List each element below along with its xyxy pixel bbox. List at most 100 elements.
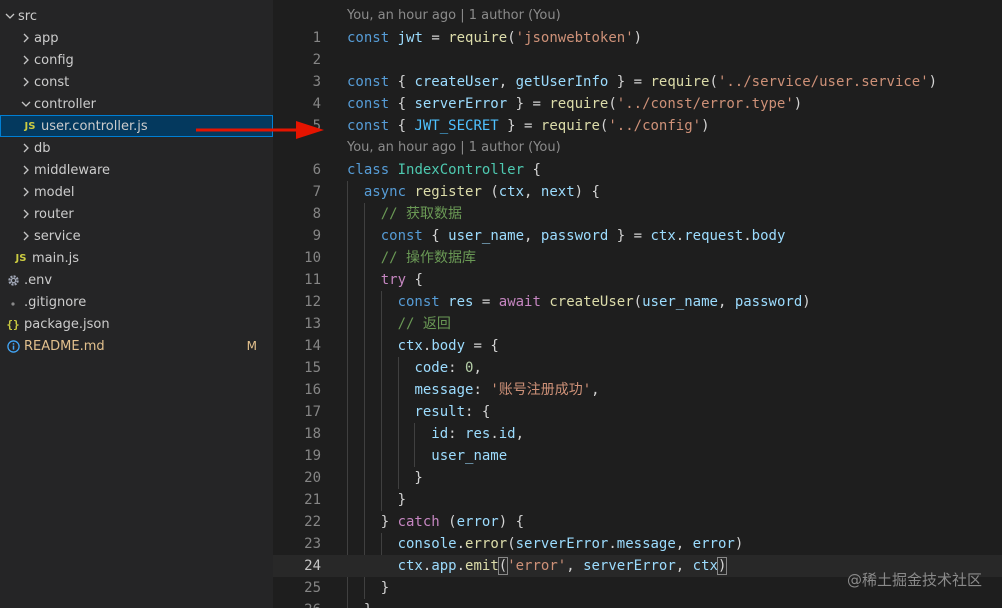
line-number: 8 <box>312 206 321 222</box>
code-line[interactable]: 20 } <box>273 467 1002 489</box>
tree-item-controller[interactable]: controller <box>0 93 273 115</box>
tree-item-router[interactable]: router <box>0 203 273 225</box>
code-token: body <box>751 228 786 244</box>
code-token: IndexController <box>397 162 525 178</box>
tree-item-README-md[interactable]: README.md M <box>0 335 273 357</box>
code-token: getUserInfo <box>515 74 609 90</box>
git-blame-codelens[interactable]: You, an hour ago | 1 author (You) <box>347 137 561 159</box>
tree-item-package-json[interactable]: {} package.json <box>0 313 273 335</box>
code-text: class IndexController { <box>347 159 541 181</box>
chevron-right-icon <box>18 187 34 197</box>
code-token: ( <box>497 557 509 575</box>
code-token: const <box>397 294 440 310</box>
code-line[interactable]: 8 // 获取数据 <box>273 203 1002 225</box>
code-line[interactable]: 18 id: res.id, <box>273 423 1002 445</box>
code-token: user_name <box>448 228 525 244</box>
code-line[interactable]: 7 async register (ctx, next) { <box>273 181 1002 203</box>
line-number: 24 <box>304 558 321 574</box>
code-token: { <box>524 162 541 178</box>
code-line[interactable]: 22 } catch (error) { <box>273 511 1002 533</box>
code-token: } <box>347 470 423 486</box>
code-token: = <box>473 294 499 310</box>
code-token: await <box>498 294 541 310</box>
git-file-icon <box>4 296 22 308</box>
code-line[interactable]: 23 console.error(serverError.message, er… <box>273 533 1002 555</box>
code-line[interactable]: 21 } <box>273 489 1002 511</box>
code-token: ctx <box>650 228 676 244</box>
code-text: const res = await createUser(user_name, … <box>347 291 811 313</box>
code-token: } = <box>608 74 651 90</box>
code-line[interactable]: 19 user_name <box>273 445 1002 467</box>
tree-item-service[interactable]: service <box>0 225 273 247</box>
code-line[interactable]: 1 const jwt = require('jsonwebtoken') <box>273 27 1002 49</box>
code-token: createUser <box>414 74 499 90</box>
line-number: 3 <box>312 74 321 90</box>
code-line[interactable]: 16 message: '账号注册成功', <box>273 379 1002 401</box>
code-line[interactable]: 10 // 操作数据库 <box>273 247 1002 269</box>
code-text: console.error(serverError.message, error… <box>347 533 744 555</box>
code-line[interactable]: 15 code: 0, <box>273 357 1002 379</box>
code-text: } <box>347 599 372 608</box>
code-token: const <box>347 118 390 134</box>
code-token: request <box>684 228 744 244</box>
code-token: const <box>347 30 390 46</box>
code-token: ctx <box>692 558 718 574</box>
code-line[interactable]: 26 } <box>273 599 1002 608</box>
code-token: ) <box>716 557 728 575</box>
line-number: 13 <box>304 316 321 332</box>
tree-item-model[interactable]: model <box>0 181 273 203</box>
tree-item-config[interactable]: config <box>0 49 273 71</box>
tree-item-gitignore[interactable]: .gitignore <box>0 291 273 313</box>
json-file-icon: {} <box>6 317 20 331</box>
code-text: const jwt = require('jsonwebtoken') <box>347 27 642 49</box>
tree-item-app[interactable]: app <box>0 27 273 49</box>
code-line[interactable]: 6 class IndexController { <box>273 159 1002 181</box>
code-line[interactable]: 17 result: { <box>273 401 1002 423</box>
line-number: 15 <box>304 360 321 376</box>
code-line[interactable]: 4 const { serverError } = require('../con… <box>273 93 1002 115</box>
tree-item-main-js[interactable]: JS main.js <box>0 247 273 269</box>
code-token: . <box>608 536 617 552</box>
code-line[interactable]: 11 try { <box>273 269 1002 291</box>
code-line[interactable]: 12 const res = await createUser(user_nam… <box>273 291 1002 313</box>
code-line[interactable]: 14 ctx.body = { <box>273 335 1002 357</box>
tree-item-label: const <box>34 74 70 90</box>
tree-item-const[interactable]: const <box>0 71 273 93</box>
chevron-right-icon <box>18 33 34 43</box>
code-token: : <box>448 426 466 442</box>
tree-item-label: src <box>18 8 37 24</box>
tree-item-middleware[interactable]: middleware <box>0 159 273 181</box>
line-number: 26 <box>273 599 321 608</box>
code-token: // 获取数据 <box>380 206 463 222</box>
code-token: user_name <box>431 448 508 464</box>
code-token: } <box>347 492 407 508</box>
code-line[interactable]: 9 const { user_name, password } = ctx.re… <box>273 225 1002 247</box>
line-number: 6 <box>312 162 321 178</box>
code-line[interactable]: 13 // 返回 <box>273 313 1002 335</box>
code-token: serverError <box>515 536 609 552</box>
code-line[interactable]: 5 const { JWT_SECRET } = require('../conf… <box>273 115 1002 137</box>
code-token: ctx <box>397 558 423 574</box>
code-token: } <box>347 514 398 530</box>
code-token: password <box>540 228 609 244</box>
code-token: ctx <box>498 184 525 200</box>
code-token: , <box>566 558 584 574</box>
tree-item-src[interactable]: src <box>0 5 273 27</box>
code-editor[interactable]: You, an hour ago | 1 author (You) You, an… <box>273 0 1002 608</box>
git-blame-codelens[interactable]: You, an hour ago | 1 author (You) <box>347 5 561 27</box>
tree-item-env[interactable]: .env <box>0 269 273 291</box>
code-token: // 操作数据库 <box>380 250 477 266</box>
code-token: class <box>347 162 390 178</box>
code-text: ctx.body = { <box>347 335 499 357</box>
code-line[interactable]: 3 const { createUser, getUserInfo } = req… <box>273 71 1002 93</box>
code-token: ) { <box>498 514 525 530</box>
code-token: , <box>498 74 516 90</box>
code-line[interactable]: 2 <box>273 49 1002 71</box>
code-token: ( <box>439 514 457 530</box>
chevron-down-icon <box>2 11 18 21</box>
code-token: . <box>456 536 466 552</box>
